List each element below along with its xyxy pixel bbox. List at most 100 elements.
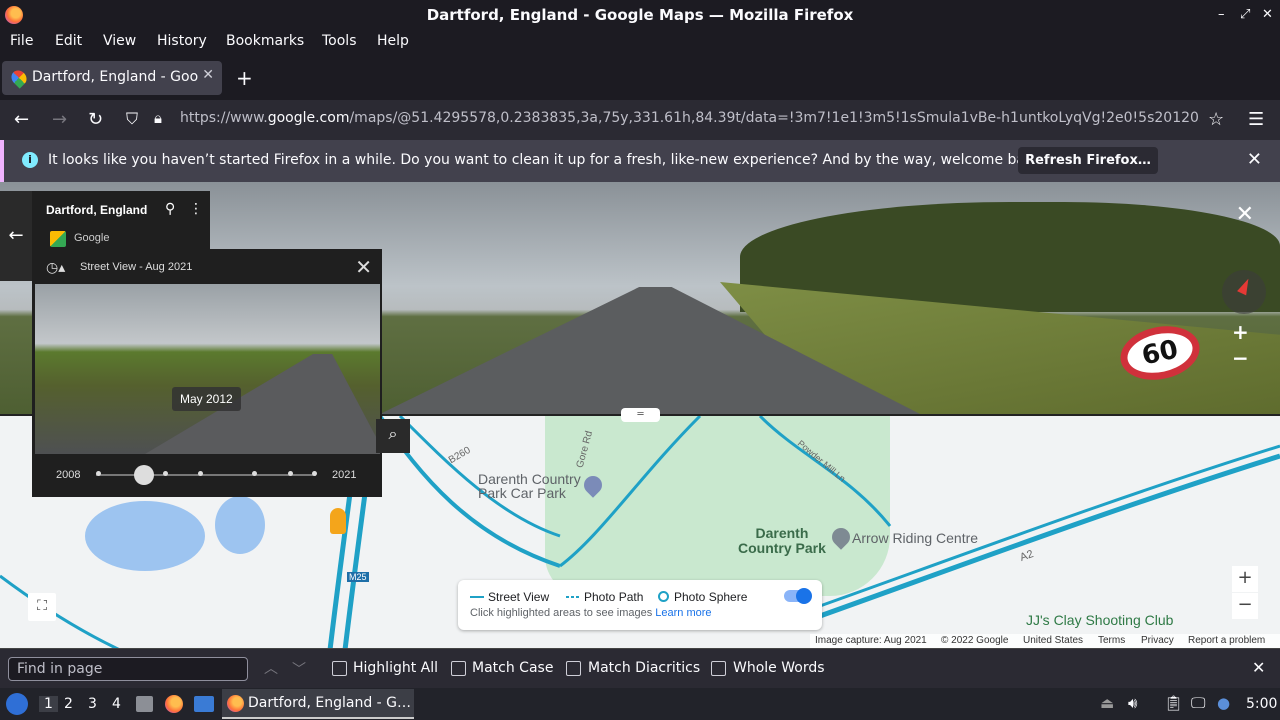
workspace-3[interactable]: 3 (88, 696, 97, 712)
match-case-checkbox[interactable] (451, 661, 466, 676)
car-park-label[interactable]: Darenth Country Park Car Park (478, 472, 581, 500)
historical-thumbnail[interactable] (35, 284, 380, 454)
firefox-task-icon (227, 695, 244, 712)
desktop-icon[interactable] (194, 696, 214, 712)
window-title: Dartford, England - Google Maps — Mozill… (426, 6, 854, 24)
notification-icon[interactable]: ● (1217, 694, 1230, 712)
menu-history[interactable]: History (157, 33, 207, 49)
tab-google-maps[interactable]: Dartford, England - Google Maps ✕ (2, 61, 222, 95)
close-street-view-icon[interactable]: ✕ (1236, 202, 1254, 227)
refresh-notification-bar: i It looks like you haven’t started Fire… (0, 140, 1280, 182)
menu-edit[interactable]: Edit (55, 33, 82, 49)
street-view-layer-toggle[interactable] (784, 588, 812, 604)
privacy-link[interactable]: Privacy (1141, 635, 1174, 646)
lock-icon[interactable]: 🔒︎ (154, 109, 162, 127)
back-arrow-icon[interactable]: ← (14, 109, 29, 130)
time-travel-panel: ◷▴ Street View - Aug 2021 ✕ May 2012 ⌕ 2… (32, 249, 410, 497)
legend-hint-text: Click highlighted areas to see images (470, 607, 653, 619)
bookmark-star-icon[interactable]: ☆ (1208, 109, 1224, 130)
timeline-point[interactable] (288, 471, 293, 476)
clipboard-icon[interactable]: 📋︎ (1164, 694, 1183, 712)
shield-icon[interactable]: ⛉ (126, 109, 138, 129)
find-in-page-input[interactable] (9, 658, 247, 680)
task-label: Dartford, England - G… (248, 695, 412, 711)
map-zoom-in-icon[interactable]: + (1232, 566, 1258, 592)
menu-view[interactable]: View (103, 33, 136, 49)
expand-map-icon[interactable]: ⛶ (28, 593, 56, 621)
workspace-1[interactable]: 1 (39, 696, 58, 712)
start-menu-icon[interactable] (6, 693, 28, 715)
timeline-point[interactable] (198, 471, 203, 476)
back-arrow-icon[interactable]: ← (0, 191, 32, 281)
whole-words-label[interactable]: Whole Words (733, 660, 825, 676)
find-bar: ︿ ﹀ Highlight All Match Case Match Diacr… (0, 648, 1280, 688)
file-manager-icon[interactable] (136, 696, 153, 712)
forward-arrow-icon[interactable]: → (52, 109, 67, 130)
timeline-slider-knob[interactable] (134, 465, 154, 485)
close-timeline-icon[interactable]: ✕ (355, 255, 372, 280)
close-notification-icon[interactable]: ✕ (1247, 149, 1262, 170)
report-problem-link[interactable]: Report a problem (1188, 635, 1265, 646)
more-options-icon[interactable]: ⋮ (189, 201, 203, 217)
display-icon[interactable]: 🖵 (1191, 694, 1205, 712)
system-taskbar: 1 2 3 4 Dartford, England - G… ⏏ 🔊︎ 📋︎ 🖵… (0, 688, 1280, 720)
tab-strip: Dartford, England - Google Maps ✕ + (0, 54, 1280, 100)
highlight-all-checkbox[interactable] (332, 661, 347, 676)
street-zoom-in-icon[interactable]: + (1232, 320, 1249, 344)
reload-icon[interactable]: ↻ (88, 109, 103, 130)
volume-icon[interactable]: 🔊︎ (1128, 694, 1137, 712)
hamburger-menu-icon[interactable]: ☰ (1248, 109, 1264, 130)
match-diacritics-label[interactable]: Match Diacritics (588, 660, 700, 676)
close-window-icon[interactable]: ✕ (1262, 7, 1273, 22)
location-info-card: Dartford, England Google ⚲ ⋮ (32, 191, 210, 249)
terms-link[interactable]: Terms (1098, 635, 1125, 646)
timeline-point[interactable] (252, 471, 257, 476)
timeline-point[interactable] (312, 471, 317, 476)
firefox-launcher-icon[interactable] (165, 695, 183, 713)
start-year: 2008 (56, 469, 81, 481)
find-next-icon[interactable]: ﹀ (292, 659, 306, 679)
menu-help[interactable]: Help (377, 33, 409, 49)
close-tab-icon[interactable]: ✕ (202, 67, 214, 83)
riding-centre-label[interactable]: Arrow Riding Centre (852, 530, 978, 546)
compass-icon[interactable] (1222, 270, 1266, 314)
learn-more-link[interactable]: Learn more (655, 607, 711, 619)
timeline-header: Street View - Aug 2021 (80, 261, 193, 273)
timeline-point[interactable] (163, 471, 168, 476)
whole-words-checkbox[interactable] (711, 661, 726, 676)
eject-icon[interactable]: ⏏ (1100, 694, 1114, 712)
new-tab-icon[interactable]: + (236, 66, 253, 90)
maps-content: 60 ✕ + − Darenth Country Park Car Park D… (0, 182, 1280, 648)
legend-photo-path: Photo Path (584, 590, 644, 604)
workspace-4[interactable]: 4 (112, 696, 121, 712)
window-titlebar: Dartford, England - Google Maps — Mozill… (0, 0, 1280, 30)
clock: 5:00 (1246, 696, 1278, 712)
maximize-icon[interactable]: ⤢ (1240, 7, 1250, 22)
url-bar[interactable]: https://www.google.com/maps/@51.4295578,… (180, 110, 1200, 126)
workspace-2[interactable]: 2 (64, 696, 73, 712)
match-case-label[interactable]: Match Case (472, 660, 553, 676)
pegman-icon[interactable] (330, 508, 346, 534)
match-diacritics-checkbox[interactable] (566, 661, 581, 676)
zoom-thumbnail-icon[interactable]: ⌕ (376, 419, 410, 453)
clay-club-label[interactable]: JJ's Clay Shooting Club (1026, 612, 1173, 628)
highlight-all-label[interactable]: Highlight All (353, 660, 438, 676)
refresh-firefox-button[interactable]: Refresh Firefox… (1018, 147, 1158, 174)
region-link[interactable]: United States (1023, 635, 1083, 646)
menu-bookmarks[interactable]: Bookmarks (226, 33, 304, 49)
menu-file[interactable]: File (10, 33, 33, 49)
split-drag-handle[interactable]: ═ (621, 408, 660, 422)
history-clock-icon[interactable]: ◷▴ (46, 259, 65, 276)
close-find-bar-icon[interactable]: ✕ (1252, 658, 1265, 677)
pin-icon[interactable]: ⚲ (165, 201, 175, 217)
menu-tools[interactable]: Tools (322, 33, 357, 49)
country-park-label[interactable]: Darenth Country Park (738, 526, 826, 556)
timeline-point[interactable] (96, 471, 101, 476)
find-previous-icon[interactable]: ︿ (264, 658, 278, 678)
map-zoom-out-icon[interactable]: − (1232, 593, 1258, 619)
taskbar-firefox-task[interactable]: Dartford, England - G… (222, 689, 414, 719)
minimize-icon[interactable]: – (1218, 7, 1225, 22)
google-logo-icon (50, 231, 66, 247)
timeline-track[interactable] (96, 474, 316, 476)
street-zoom-out-icon[interactable]: − (1232, 346, 1249, 370)
